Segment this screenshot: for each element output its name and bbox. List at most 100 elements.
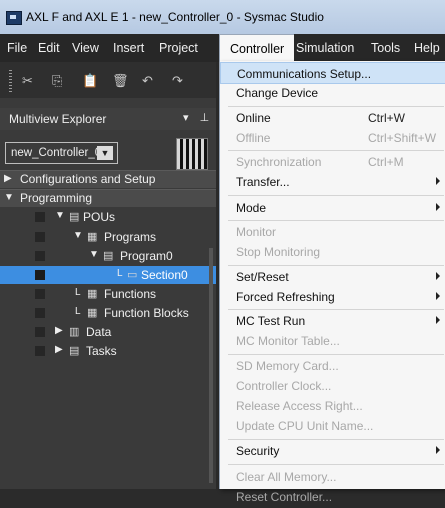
cut-icon[interactable]: ✂ (22, 74, 33, 87)
menu-item-change-device[interactable]: Change Device (220, 82, 445, 104)
menu-separator (228, 464, 444, 465)
menu-item-label: Offline (236, 131, 271, 145)
paste-icon[interactable]: 📋 (82, 74, 98, 87)
status-square (35, 270, 45, 280)
menu-view[interactable]: View (72, 41, 99, 55)
pin-icon[interactable]: ▾ ⊥ (183, 111, 213, 124)
menu-item-sd-memory-card[interactable]: SD Memory Card... (220, 355, 445, 377)
submenu-arrow-icon (436, 203, 440, 211)
status-square (35, 308, 45, 318)
menu-item-offline[interactable]: Offline Ctrl+Shift+W (220, 127, 445, 149)
toolbar-grip[interactable] (9, 70, 12, 92)
menu-file[interactable]: File (7, 41, 27, 55)
explorer-scrollbar[interactable] (209, 248, 213, 483)
menu-project[interactable]: Project (159, 41, 198, 55)
data-icon: ▥ (69, 326, 80, 338)
multiview-explorer: Multiview Explorer ▾ ⊥ new_Controller_0 … (0, 98, 216, 489)
menu-item-label: Synchronization (236, 155, 322, 169)
menu-item-label: Forced Refreshing (236, 290, 335, 304)
function-blocks-icon: ▦ (87, 307, 98, 319)
controller-select[interactable]: new_Controller_0 ▼ (5, 142, 118, 164)
menu-edit[interactable]: Edit (38, 41, 60, 55)
program-icon: ▤ (103, 250, 114, 262)
tree-branch-icon: L (117, 268, 123, 279)
tree-item-program0[interactable]: ▼ ▤ Program0 (0, 247, 216, 265)
expand-arrow-icon[interactable]: ▼ (89, 249, 99, 260)
menu-item-release-access-right[interactable]: Release Access Right... (220, 395, 445, 417)
tree-branch-icon: L (75, 287, 81, 298)
expand-arrow-icon[interactable]: ▶ (55, 344, 63, 355)
status-square (35, 212, 45, 222)
expand-arrow-icon[interactable]: ▶ (55, 325, 63, 336)
menu-item-transfer[interactable]: Transfer... (220, 171, 445, 193)
status-square (35, 327, 45, 337)
menu-item-set-reset[interactable]: Set/Reset (220, 266, 445, 288)
menu-bar: File Edit View Insert Project Controller… (0, 34, 445, 62)
menu-item-mode[interactable]: Mode (220, 197, 445, 219)
tasks-icon: ▤ (69, 345, 80, 357)
menu-item-label: Communications Setup... (237, 67, 372, 81)
menu-item-label: SD Memory Card... (236, 359, 339, 373)
menu-item-label: Controller Clock... (236, 379, 332, 393)
menu-help[interactable]: Help (414, 41, 440, 55)
expand-arrow-icon[interactable]: ▼ (73, 230, 83, 241)
menu-simulation[interactable]: Simulation (296, 41, 354, 55)
expand-arrow-icon[interactable]: ▼ (55, 210, 65, 221)
menu-item-forced-refreshing[interactable]: Forced Refreshing (220, 286, 445, 308)
menu-item-security[interactable]: Security (220, 440, 445, 462)
menu-separator (228, 195, 444, 196)
menu-item-monitor[interactable]: Monitor (220, 221, 445, 243)
delete-icon[interactable]: 🗑 (112, 74, 129, 87)
menu-item-shortcut: Ctrl+M (368, 155, 404, 169)
chevron-down-icon[interactable]: ▼ (97, 146, 113, 160)
section-configurations-setup[interactable]: ▶ Configurations and Setup (0, 170, 216, 188)
menu-item-communications-setup[interactable]: Communications Setup... (220, 62, 445, 84)
menu-tools[interactable]: Tools (371, 41, 400, 55)
menu-item-label: Change Device (236, 86, 319, 100)
explorer-header: Multiview Explorer ▾ ⊥ (0, 108, 216, 130)
menu-controller[interactable]: Controller (219, 34, 295, 62)
tree-item-functions[interactable]: L ▦ Functions (0, 285, 216, 303)
tree-item-function-blocks[interactable]: L ▦ Function Blocks (0, 304, 216, 322)
tree-item-section0[interactable]: L ▭ Section0 (0, 266, 216, 284)
menu-item-label: MC Monitor Table... (236, 334, 340, 348)
undo-icon[interactable]: ↶ (142, 74, 153, 87)
tree-item-data[interactable]: ▶ ▥ Data (0, 323, 216, 341)
menu-item-reset-controller[interactable]: Reset Controller... (220, 486, 445, 508)
redo-icon[interactable]: ↷ (172, 74, 183, 87)
menu-item-mc-monitor-table[interactable]: MC Monitor Table... (220, 330, 445, 352)
tree-branch-icon: L (75, 306, 81, 317)
collapse-arrow-icon[interactable]: ▼ (4, 192, 14, 203)
tree-item-label: Programs (104, 230, 157, 244)
menu-item-label: Transfer... (236, 175, 290, 189)
menu-item-label: Set/Reset (236, 270, 289, 284)
menu-item-shortcut: Ctrl+Shift+W (368, 131, 437, 145)
pou-folder-icon: ▤ (69, 211, 80, 223)
menu-item-label: MC Test Run (236, 314, 306, 328)
menu-insert[interactable]: Insert (113, 41, 144, 55)
tree-item-label: Function Blocks (104, 306, 189, 320)
section-label: Configurations and Setup (20, 172, 156, 186)
tree-item-programs[interactable]: ▼ ▦ Programs (0, 228, 216, 246)
menu-item-label: Monitor (236, 225, 277, 239)
tree-item-tasks[interactable]: ▶ ▤ Tasks (0, 342, 216, 360)
menu-item-shortcut: Ctrl+W (368, 111, 405, 125)
sysmac-app-icon[interactable] (6, 11, 22, 25)
section-programming[interactable]: ▼ Programming (0, 189, 216, 207)
menu-item-label: Security (236, 444, 280, 458)
menu-item-clear-all-memory[interactable]: Clear All Memory... (220, 466, 445, 488)
menu-item-label: Stop Monitoring (236, 245, 321, 259)
tree-item-pous[interactable]: ▼ ▤ POUs (0, 208, 216, 226)
menu-item-stop-monitoring[interactable]: Stop Monitoring (220, 241, 445, 263)
menu-item-update-cpu-unit-name[interactable]: Update CPU Unit Name... (220, 415, 445, 437)
controller-select-value: new_Controller_0 (11, 147, 102, 159)
tree-item-label: Section0 (141, 268, 188, 282)
menu-item-synchronization[interactable]: Synchronization Ctrl+M (220, 151, 445, 173)
menu-item-controller-clock[interactable]: Controller Clock... (220, 375, 445, 397)
copy-icon[interactable]: ⎘ (52, 74, 62, 87)
menu-item-label: Reset Controller... (236, 490, 333, 504)
menu-item-mc-test-run[interactable]: MC Test Run (220, 310, 445, 332)
expand-arrow-icon[interactable]: ▶ (4, 173, 12, 184)
functions-icon: ▦ (87, 288, 98, 300)
menu-item-online[interactable]: Online Ctrl+W (220, 107, 445, 129)
